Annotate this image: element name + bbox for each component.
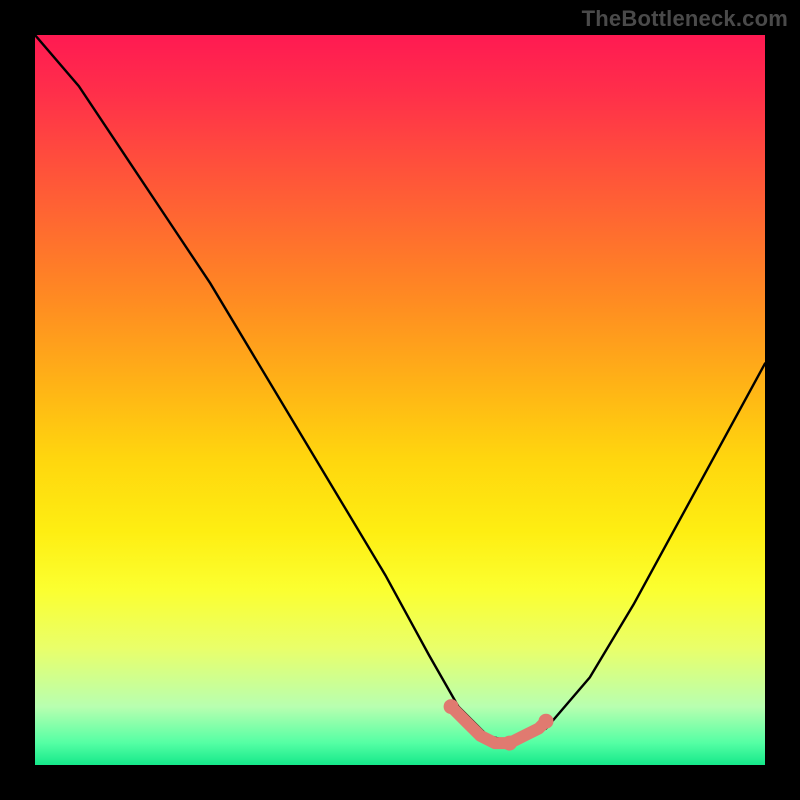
optimal-point <box>444 699 459 714</box>
bottleneck-curve <box>35 35 765 743</box>
frame-right <box>765 0 800 800</box>
watermark-text: TheBottleneck.com <box>582 6 788 32</box>
frame-bottom <box>0 765 800 800</box>
chart-stage: TheBottleneck.com <box>0 0 800 800</box>
optimal-point <box>539 714 554 729</box>
optimal-point <box>502 736 517 751</box>
frame-left <box>0 0 35 800</box>
curves-svg <box>35 35 765 765</box>
